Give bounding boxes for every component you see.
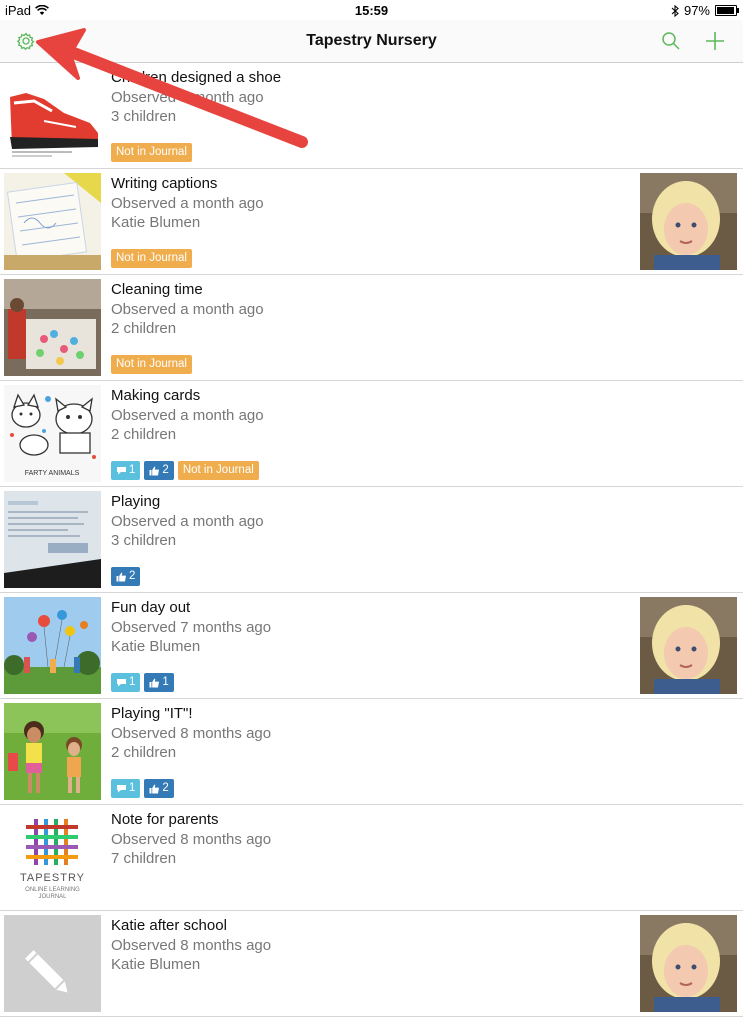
badge-group: 1 2 Not in Journal <box>111 461 259 480</box>
battery-percent: 97% <box>683 3 710 18</box>
observation-title: Cleaning time <box>111 281 203 298</box>
page-title: Tapestry Nursery <box>306 32 437 49</box>
thumbs-up-icon <box>149 784 160 793</box>
observation-date: Observed a month ago <box>111 195 264 212</box>
observation-date: Observed 8 months ago <box>111 725 272 742</box>
comments-badge[interactable]: 1 <box>111 673 141 692</box>
comment-icon <box>117 785 126 793</box>
observation-children: 2 children <box>111 744 177 761</box>
likes-badge[interactable]: 2 <box>144 779 174 798</box>
observation-title: Fun day out <box>111 599 191 616</box>
not-in-journal-badge: Not in Journal <box>111 143 192 162</box>
not-in-journal-badge: Not in Journal <box>111 355 192 374</box>
badge-group: 1 2 <box>111 779 174 798</box>
thumbs-up-icon <box>149 466 160 475</box>
child-avatar[interactable] <box>640 173 737 270</box>
observation-row[interactable]: Fun day out Observed 7 months ago Katie … <box>0 593 743 699</box>
observation-title: Playing "IT"! <box>111 705 193 722</box>
like-count: 2 <box>129 570 136 582</box>
thumbs-up-icon <box>116 572 126 581</box>
observation-title: Playing <box>111 493 161 510</box>
observation-thumbnail <box>4 915 101 1012</box>
like-count: 2 <box>162 782 169 794</box>
observation-row[interactable]: FARTY ANIMALS Making cards Observed a mo… <box>0 381 743 487</box>
status-time: 15:59 <box>354 3 389 18</box>
child-avatar[interactable] <box>640 915 737 1012</box>
observation-date: Observed 8 months ago <box>111 831 272 848</box>
observation-date: Observed a month ago <box>111 89 264 106</box>
observation-date: Observed a month ago <box>111 301 264 318</box>
observation-thumbnail <box>4 491 101 588</box>
logo-tagline-2: JOURNAL <box>38 894 67 900</box>
battery-icon <box>715 5 739 16</box>
observation-children: Katie Blumen <box>111 214 201 231</box>
observation-row[interactable]: Katie after school Observed 8 months ago… <box>0 911 743 1017</box>
likes-badge[interactable]: 2 <box>144 461 174 480</box>
observation-title: Making cards <box>111 387 201 404</box>
observation-thumbnail <box>4 703 101 800</box>
observation-title: Katie after school <box>111 917 227 934</box>
observation-thumbnail: FARTY ANIMALS <box>4 385 101 482</box>
child-avatar[interactable] <box>640 597 737 694</box>
card-text: FARTY ANIMALS <box>25 470 80 477</box>
observation-row[interactable]: TAPESTRY ONLINE LEARNING JOURNAL Note fo… <box>0 805 743 911</box>
comment-icon <box>117 467 126 475</box>
observation-list: Children designed a shoe Observed a mont… <box>0 63 743 1017</box>
observation-title: Children designed a shoe <box>111 69 282 86</box>
badge-group: 1 1 <box>111 673 174 692</box>
not-in-journal-badge: Not in Journal <box>177 461 259 480</box>
navigation-bar: Tapestry Nursery <box>0 20 743 63</box>
observation-date: Observed a month ago <box>111 513 264 530</box>
observation-title: Note for parents <box>111 811 219 828</box>
observation-children: 3 children <box>111 108 177 125</box>
observation-date: Observed 8 months ago <box>111 937 272 954</box>
observation-date: Observed 7 months ago <box>111 619 272 636</box>
comments-badge[interactable]: 1 <box>111 779 141 798</box>
comment-count: 1 <box>129 464 136 476</box>
badge-group: Not in Journal <box>111 249 192 268</box>
status-right: 97% <box>671 3 739 18</box>
observation-children: 2 children <box>111 426 177 443</box>
observation-title: Writing captions <box>111 175 218 192</box>
observation-thumbnail <box>4 597 101 694</box>
observation-date: Observed a month ago <box>111 407 264 424</box>
observation-children: 2 children <box>111 320 177 337</box>
observation-children: Katie Blumen <box>111 956 201 973</box>
observation-thumbnail <box>4 279 101 376</box>
badge-group: 2 <box>111 567 141 586</box>
observation-row[interactable]: Children designed a shoe Observed a mont… <box>0 63 743 169</box>
comments-badge[interactable]: 1 <box>111 461 141 480</box>
observation-children: 3 children <box>111 532 177 549</box>
thumbs-up-icon <box>149 678 160 687</box>
logo-tagline-1: ONLINE LEARNING <box>25 887 80 893</box>
comment-icon <box>117 679 126 687</box>
not-in-journal-badge: Not in Journal <box>111 249 192 268</box>
like-count: 2 <box>162 464 169 476</box>
logo-wordmark: TAPESTRY <box>20 872 85 884</box>
likes-badge[interactable]: 1 <box>144 673 174 692</box>
observation-thumbnail <box>4 67 101 164</box>
comment-count: 1 <box>129 676 136 688</box>
observation-children: 7 children <box>111 850 177 867</box>
status-bar: iPad 15:59 97% <box>0 0 743 20</box>
likes-badge[interactable]: 2 <box>111 567 141 586</box>
comment-count: 1 <box>129 782 136 794</box>
observation-children: Katie Blumen <box>111 638 201 655</box>
badge-group: Not in Journal <box>111 143 192 162</box>
like-count: 1 <box>162 676 169 688</box>
observation-row[interactable]: Cleaning time Observed a month ago 2 chi… <box>0 275 743 381</box>
search-icon[interactable] <box>660 30 682 52</box>
badge-group: Not in Journal <box>111 355 192 374</box>
bluetooth-icon <box>671 4 679 17</box>
add-observation-icon[interactable] <box>704 30 726 52</box>
observation-thumbnail <box>4 173 101 270</box>
observation-row[interactable]: Writing captions Observed a month ago Ka… <box>0 169 743 275</box>
observation-row[interactable]: Playing "IT"! Observed 8 months ago 2 ch… <box>0 699 743 805</box>
tapestry-logo: TAPESTRY ONLINE LEARNING JOURNAL <box>4 809 101 906</box>
observation-row[interactable]: Playing Observed a month ago 3 children … <box>0 487 743 593</box>
